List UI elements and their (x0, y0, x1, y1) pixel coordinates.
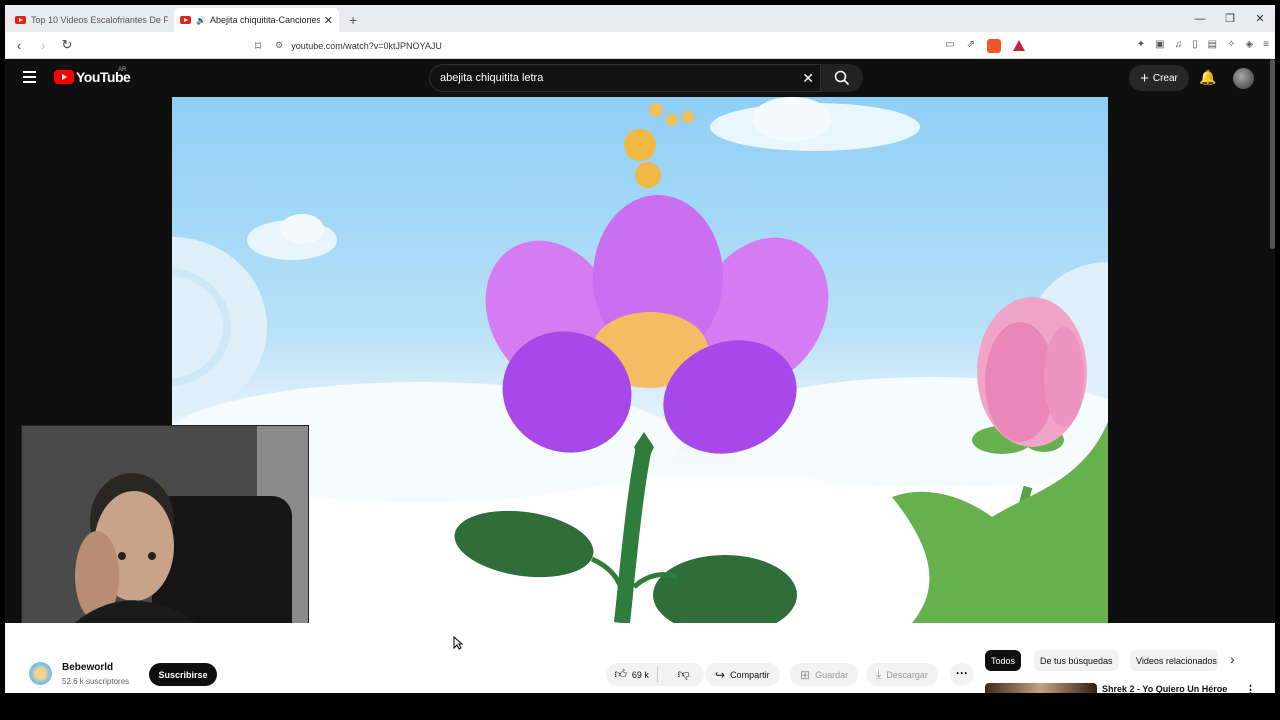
save-button[interactable]: ⊞ Guardar (790, 663, 859, 686)
extensions-area: ✦ ▣ ♫ ▯ ▤ ✧ ◈ ≡ (1137, 39, 1269, 50)
plus-icon: + (1140, 69, 1149, 87)
channel-name[interactable]: Bebeworld (62, 662, 113, 673)
download-button[interactable]: ⤓ Descargar (866, 663, 938, 686)
chip-videos-relacionados[interactable]: Videos relacionados (1130, 650, 1218, 671)
webcam-overlay (21, 425, 309, 654)
dislike-button[interactable]: 👎︎ (663, 667, 704, 682)
tab-videos-escalofriantes[interactable]: Top 10 Videos Escalofriantes De FAN (9, 8, 174, 32)
minimize-icon[interactable]: — (1185, 13, 1215, 25)
create-button[interactable]: + Crear (1129, 65, 1189, 91)
tab-abejita-chiquitita[interactable]: 🔊 Abejita chiquitita-Canciones ✕ (174, 8, 339, 32)
tab-strip: Top 10 Videos Escalofriantes De FAN 🔊 Ab… (5, 5, 1275, 32)
wallet-icon[interactable]: ▤ (1208, 39, 1217, 50)
youtube-logo[interactable]: YouTube AR (54, 67, 131, 85)
url-text[interactable]: youtube.com/watch?v=0ktJPNOYAJU (291, 41, 442, 51)
share-button[interactable]: ↪ Compartir (705, 663, 780, 686)
related-video-menu-icon[interactable]: ⋮ (1245, 683, 1256, 693)
media-icon[interactable]: ♫ (1175, 39, 1183, 50)
share-label: Compartir (730, 669, 770, 680)
browser-window: Top 10 Videos Escalofriantes De FAN 🔊 Ab… (5, 5, 1275, 693)
page-scrollbar[interactable] (1270, 59, 1275, 249)
video-player[interactable] (172, 97, 1108, 623)
leo-icon[interactable]: ✧ (1227, 39, 1235, 50)
download-icon: ⤓ (876, 667, 882, 681)
save-icon: ⊞ (800, 667, 811, 682)
youtube-favicon-icon (180, 16, 191, 24)
related-video-thumbnail[interactable] (985, 683, 1097, 693)
country-code: AR (118, 67, 127, 73)
thumbs-up-icon: 👍︎ (614, 667, 627, 681)
search-query: abejita chiquitita letra (440, 72, 544, 84)
related-video-title[interactable]: Shrek 2 - Yo Quiero Un Héroe (1102, 684, 1227, 693)
screenshot-icon[interactable]: ▣ (1155, 39, 1164, 50)
bookmark-icon[interactable]: ⌑ (255, 39, 261, 53)
channel-avatar[interactable] (29, 662, 52, 685)
address-bar[interactable]: ⌑ ⚙ youtube.com/watch?v=0ktJPNOYAJU (255, 36, 1025, 55)
new-tab-icon[interactable]: + (349, 12, 357, 28)
search-input[interactable]: abejita chiquitita letra ✕ (429, 64, 821, 92)
extensions-icon[interactable]: ✦ (1137, 39, 1145, 50)
forward-icon[interactable]: › (33, 38, 53, 53)
tab-title: Top 10 Videos Escalofriantes De FAN (31, 15, 168, 25)
site-info-icon[interactable]: ⚙ (275, 40, 283, 51)
chevron-right-icon[interactable]: › (1230, 651, 1235, 667)
browser-toolbar: ‹ › ↻ ⌑ ⚙ youtube.com/watch?v=0ktJPNOYAJ… (5, 32, 1275, 59)
notifications-bell-icon[interactable]: 🔔 (1199, 69, 1216, 86)
more-actions-button[interactable]: ··· (950, 663, 974, 686)
back-icon[interactable]: ‹ (9, 38, 29, 53)
speaker-icon[interactable]: 🔊 (196, 16, 206, 25)
like-button[interactable]: 👍︎ 69 k (606, 667, 659, 682)
reload-icon[interactable]: ↻ (57, 37, 77, 53)
search-icon (834, 70, 850, 86)
vpn-icon[interactable]: ◈ (1245, 39, 1253, 50)
like-dislike-group: 👍︎ 69 k 👎︎ (606, 663, 704, 686)
menu-icon[interactable]: ≡ (1263, 39, 1269, 50)
video-info-bar: Bebeworld 52.6 k suscriptores Suscribirs… (5, 623, 1275, 693)
search-button[interactable] (821, 64, 863, 92)
brave-shields-icon[interactable] (987, 39, 1001, 53)
brave-rewards-icon[interactable] (1013, 40, 1025, 51)
share-page-icon[interactable]: ⇗ (967, 39, 975, 53)
youtube-header: YouTube AR abejita chiquitita letra ✕ + … (5, 59, 1275, 97)
user-avatar[interactable] (1233, 68, 1254, 89)
close-window-icon[interactable]: ✕ (1245, 12, 1275, 25)
clear-search-icon[interactable]: ✕ (802, 70, 814, 87)
streamer-webcam-image (22, 426, 308, 653)
subscriber-count: 52.6 k suscriptores (62, 677, 130, 686)
subscribe-button[interactable]: Suscribirse (149, 663, 217, 686)
sidebar-icon[interactable]: ▯ (1192, 39, 1198, 50)
chip-de-tus-busquedas[interactable]: De tus búsquedas (1034, 650, 1119, 671)
address-bar-actions: ▭ ⇗ (945, 39, 1025, 53)
tab-title: Abejita chiquitita-Canciones (209, 15, 320, 25)
close-tab-icon[interactable]: ✕ (324, 14, 333, 27)
share-icon: ↪ (715, 667, 726, 682)
youtube-favicon-icon (15, 16, 26, 24)
hamburger-menu-icon[interactable] (23, 71, 36, 86)
cast-icon[interactable]: ▭ (945, 39, 954, 53)
download-label: Descargar (886, 669, 928, 680)
save-label: Guardar (815, 669, 849, 680)
video-frame-illustration (172, 97, 1108, 623)
window-controls: — ❐ ✕ (1185, 5, 1275, 32)
restore-icon[interactable]: ❐ (1215, 12, 1245, 25)
like-count: 69 k (631, 669, 649, 680)
mouse-cursor-icon (453, 636, 463, 650)
chip-todos[interactable]: Todos (985, 650, 1022, 671)
youtube-play-icon (54, 70, 74, 84)
thumbs-down-icon: 👎︎ (677, 667, 690, 681)
create-label: Crear (1152, 72, 1178, 84)
